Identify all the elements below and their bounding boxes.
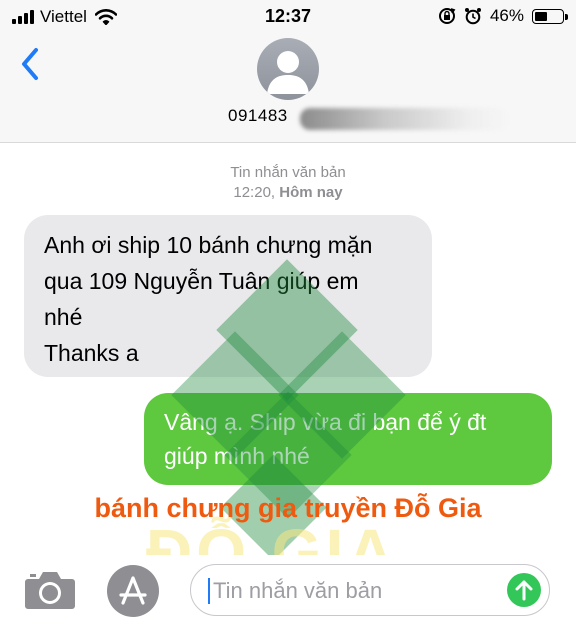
- timestamp-day: Hôm nay: [279, 184, 343, 201]
- message-line: Anh ơi ship 10 bánh chưng mặn: [44, 232, 373, 258]
- app-store-glyph: [119, 576, 147, 605]
- conversation-header: 091483: [0, 34, 576, 143]
- contact-avatar[interactable]: [257, 38, 319, 100]
- rotation-lock-icon: [438, 8, 456, 24]
- text-cursor: [208, 578, 210, 604]
- battery-percent: 46%: [489, 6, 524, 25]
- status-right: 46%: [438, 6, 568, 26]
- send-arrow-up-icon: [515, 580, 533, 601]
- chevron-left-icon[interactable]: [16, 44, 46, 84]
- person-silhouette-icon: [267, 51, 309, 94]
- send-button[interactable]: [507, 573, 541, 607]
- battery-icon: [532, 8, 568, 24]
- contact-phone-number[interactable]: 091483: [228, 106, 288, 126]
- alarm-icon: [464, 8, 481, 25]
- message-line: qua 109 Nguyễn Tuân giúp em: [44, 268, 359, 294]
- message-timestamp: 12:20, Hôm nay: [0, 184, 576, 201]
- battery-level: [535, 11, 547, 21]
- app-store-icon[interactable]: [107, 565, 159, 617]
- message-type-label: Tin nhắn văn bản: [230, 164, 346, 181]
- compose-bar: Tin nhắn văn bản: [0, 555, 576, 626]
- timestamp-time: 12:20,: [233, 184, 276, 201]
- message-input[interactable]: Tin nhắn văn bản: [190, 564, 550, 616]
- camera-icon[interactable]: [24, 569, 76, 611]
- status-bar: Viettel 12:37 46%: [0, 0, 576, 34]
- phone-number-redaction: [300, 108, 510, 130]
- message-input-placeholder: Tin nhắn văn bản: [213, 578, 383, 603]
- watermark-promo-text: bánh chưng gia truyền Đỗ Gia: [94, 493, 482, 523]
